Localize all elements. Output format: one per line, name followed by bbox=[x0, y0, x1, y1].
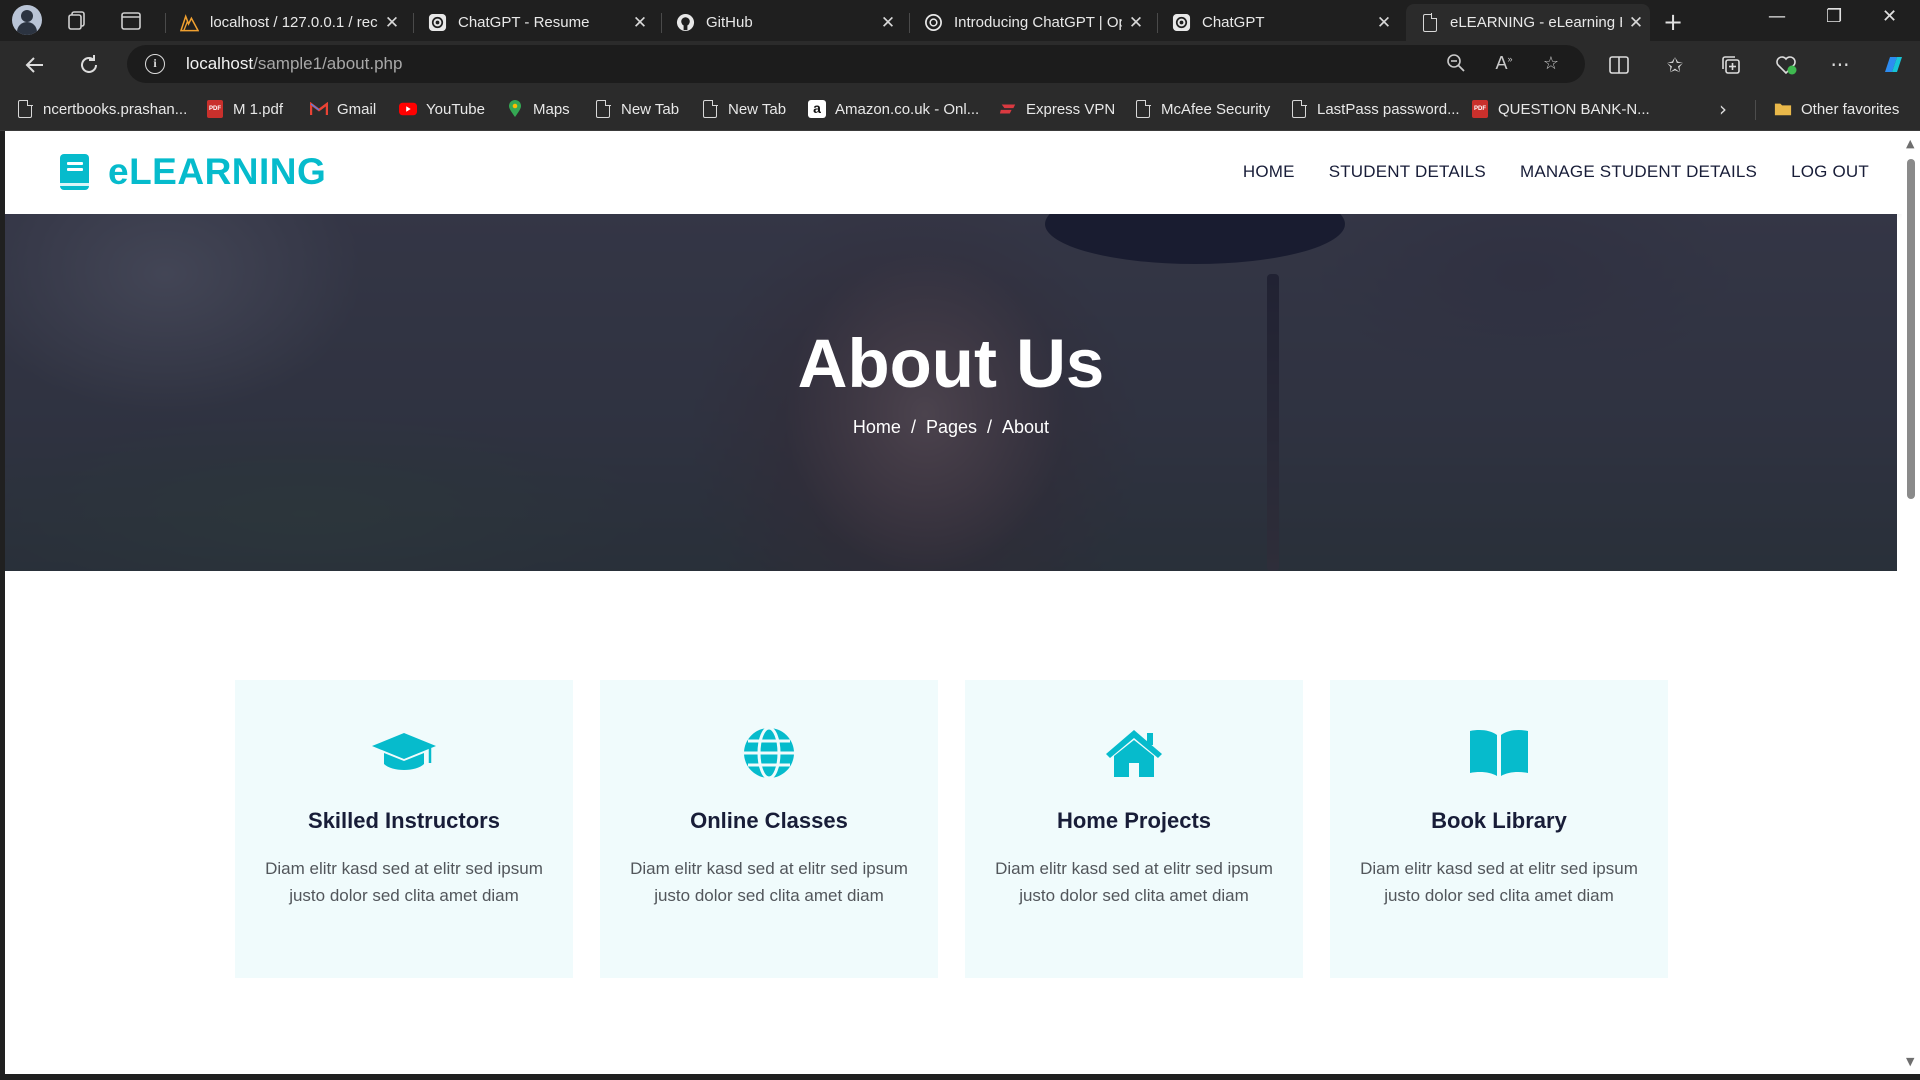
bookmark-lastpass[interactable]: LastPass password... bbox=[1290, 98, 1460, 120]
tab-phpmyadmin[interactable]: localhost / 127.0.0.1 / rec ✕ bbox=[166, 4, 406, 41]
favorites-icon[interactable]: ✩ bbox=[1660, 50, 1690, 80]
tab-introducing-chatgpt[interactable]: Introducing ChatGPT | Op ✕ bbox=[910, 4, 1150, 41]
book-icon bbox=[60, 154, 89, 190]
brand-name: eLEARNING bbox=[108, 151, 327, 192]
feature-card: Skilled Instructors Diam elitr kasd sed … bbox=[235, 680, 573, 978]
openai-icon bbox=[924, 13, 943, 32]
nav-manage-student-details[interactable]: MANAGE STUDENT DETAILS bbox=[1520, 162, 1757, 182]
bookmark-new-tab-2[interactable]: New Tab bbox=[701, 98, 786, 120]
maps-icon bbox=[506, 100, 524, 118]
chevron-right-icon[interactable]: › bbox=[1719, 97, 1727, 121]
amazon-icon: a bbox=[808, 100, 826, 118]
folder-icon bbox=[1774, 100, 1792, 118]
back-button[interactable] bbox=[20, 50, 50, 80]
collections-icon[interactable] bbox=[1716, 50, 1746, 80]
close-icon[interactable]: ✕ bbox=[1370, 13, 1398, 33]
browser-essentials-icon[interactable] bbox=[1771, 50, 1801, 80]
url-text[interactable]: localhost/sample1/about.php bbox=[186, 54, 402, 74]
brand-logo[interactable]: eLEARNING bbox=[58, 151, 326, 193]
split-screen-icon[interactable] bbox=[1604, 50, 1634, 80]
openai-icon bbox=[428, 13, 447, 32]
refresh-button[interactable] bbox=[74, 50, 104, 80]
breadcrumb-about: About bbox=[1002, 417, 1050, 437]
scroll-thumb[interactable] bbox=[1907, 159, 1915, 499]
openai-icon bbox=[1172, 13, 1191, 32]
profile-avatar[interactable] bbox=[12, 5, 42, 35]
youtube-icon bbox=[399, 100, 417, 118]
feature-card: Home Projects Diam elitr kasd sed at eli… bbox=[965, 680, 1303, 978]
feature-card: Online Classes Diam elitr kasd sed at el… bbox=[600, 680, 938, 978]
tab-github[interactable]: GitHub ✕ bbox=[662, 4, 902, 41]
close-icon[interactable]: ✕ bbox=[626, 13, 654, 33]
site-navbar: eLEARNING HOME STUDENT DETAILS MANAGE ST… bbox=[5, 131, 1902, 214]
tab-elearning[interactable]: eLEARNING - eLearning H ✕ bbox=[1406, 4, 1650, 41]
breadcrumb-home[interactable]: Home bbox=[853, 417, 901, 437]
book-open-icon bbox=[1465, 725, 1533, 780]
new-tab-button[interactable]: + bbox=[1663, 8, 1683, 36]
pdf-icon: PDF bbox=[206, 100, 224, 118]
tab-chatgpt-resume[interactable]: ChatGPT - Resume ✕ bbox=[414, 4, 654, 41]
page-icon bbox=[1134, 99, 1152, 118]
page-title: About Us bbox=[797, 325, 1105, 402]
bookmark-gmail[interactable]: Gmail bbox=[310, 98, 376, 120]
globe-icon bbox=[735, 725, 803, 780]
bookmark-youtube[interactable]: YouTube bbox=[399, 98, 485, 120]
github-icon bbox=[676, 13, 695, 32]
close-window-button[interactable]: ✕ bbox=[1882, 6, 1897, 27]
graduation-cap-icon bbox=[370, 725, 438, 780]
main-menu: HOME STUDENT DETAILS MANAGE STUDENT DETA… bbox=[1243, 162, 1869, 182]
hero-banner: About Us Home / Pages / About bbox=[5, 214, 1897, 571]
zoom-icon[interactable] bbox=[1445, 53, 1467, 75]
more-options-icon[interactable]: ··· bbox=[1825, 50, 1855, 80]
page-icon bbox=[1420, 13, 1439, 32]
expressvpn-icon bbox=[999, 100, 1017, 118]
other-favorites[interactable]: Other favorites bbox=[1774, 98, 1899, 120]
close-icon[interactable]: ✕ bbox=[378, 13, 406, 33]
page-scrollbar[interactable]: ▲ ▼ bbox=[1902, 131, 1920, 1074]
scroll-up-arrow[interactable]: ▲ bbox=[1906, 137, 1914, 150]
favorite-star-icon[interactable]: ☆ bbox=[1540, 53, 1562, 75]
restore-button[interactable]: ❐ bbox=[1826, 6, 1842, 27]
scroll-down-arrow[interactable]: ▼ bbox=[1906, 1055, 1914, 1068]
close-icon[interactable]: ✕ bbox=[874, 13, 902, 33]
close-icon[interactable]: ✕ bbox=[1122, 13, 1150, 33]
breadcrumb: Home / Pages / About bbox=[852, 417, 1050, 437]
pdf-icon: PDF bbox=[1471, 100, 1489, 118]
bookmark-maps[interactable]: Maps bbox=[506, 98, 570, 120]
bookmark-express-vpn[interactable]: Express VPN bbox=[999, 98, 1115, 120]
bookmark-ncertbooks[interactable]: ncertbooks.prashan... bbox=[16, 98, 187, 120]
page-icon bbox=[16, 99, 34, 118]
tab-chatgpt[interactable]: ChatGPT ✕ bbox=[1158, 4, 1398, 41]
minimize-button[interactable]: — bbox=[1768, 6, 1786, 27]
nav-log-out[interactable]: LOG OUT bbox=[1791, 162, 1869, 182]
workspaces-icon[interactable] bbox=[64, 8, 90, 34]
bookmarks-bar: ncertbooks.prashan... PDF M 1.pdf Gmail Y… bbox=[0, 88, 1920, 131]
nav-student-details[interactable]: STUDENT DETAILS bbox=[1329, 162, 1486, 182]
page-icon bbox=[594, 99, 612, 118]
feature-cards: Skilled Instructors Diam elitr kasd sed … bbox=[235, 680, 1671, 978]
vertical-tabs-icon[interactable] bbox=[118, 8, 144, 34]
bookmark-m1-pdf[interactable]: PDF M 1.pdf bbox=[206, 98, 283, 120]
browser-toolbar: i localhost/sample1/about.php A» ☆ ✩ ··· bbox=[0, 41, 1920, 88]
read-aloud-icon[interactable]: A» bbox=[1493, 53, 1515, 75]
bookmark-new-tab-1[interactable]: New Tab bbox=[594, 98, 679, 120]
browser-tab-strip: localhost / 127.0.0.1 / rec ✕ ChatGPT - … bbox=[0, 0, 1920, 41]
feature-card: Book Library Diam elitr kasd sed at elit… bbox=[1330, 680, 1668, 978]
copilot-icon[interactable] bbox=[1878, 50, 1908, 80]
site-info-icon[interactable]: i bbox=[145, 54, 165, 74]
close-icon[interactable]: ✕ bbox=[1622, 13, 1650, 33]
phpmyadmin-icon bbox=[180, 13, 199, 32]
bookmark-mcafee[interactable]: McAfee Security bbox=[1134, 98, 1270, 120]
page-icon bbox=[1290, 99, 1308, 118]
page-icon bbox=[701, 99, 719, 118]
nav-home[interactable]: HOME bbox=[1243, 162, 1295, 182]
home-icon bbox=[1100, 725, 1168, 780]
bookmark-question-bank[interactable]: PDF QUESTION BANK-N... bbox=[1471, 98, 1650, 120]
address-bar[interactable]: i localhost/sample1/about.php A» ☆ bbox=[127, 45, 1585, 83]
gmail-icon bbox=[310, 100, 328, 118]
breadcrumb-pages[interactable]: Pages bbox=[926, 417, 977, 437]
page-viewport: eLEARNING HOME STUDENT DETAILS MANAGE ST… bbox=[5, 131, 1902, 1074]
bookmark-amazon[interactable]: a Amazon.co.uk - Onl... bbox=[808, 98, 979, 120]
